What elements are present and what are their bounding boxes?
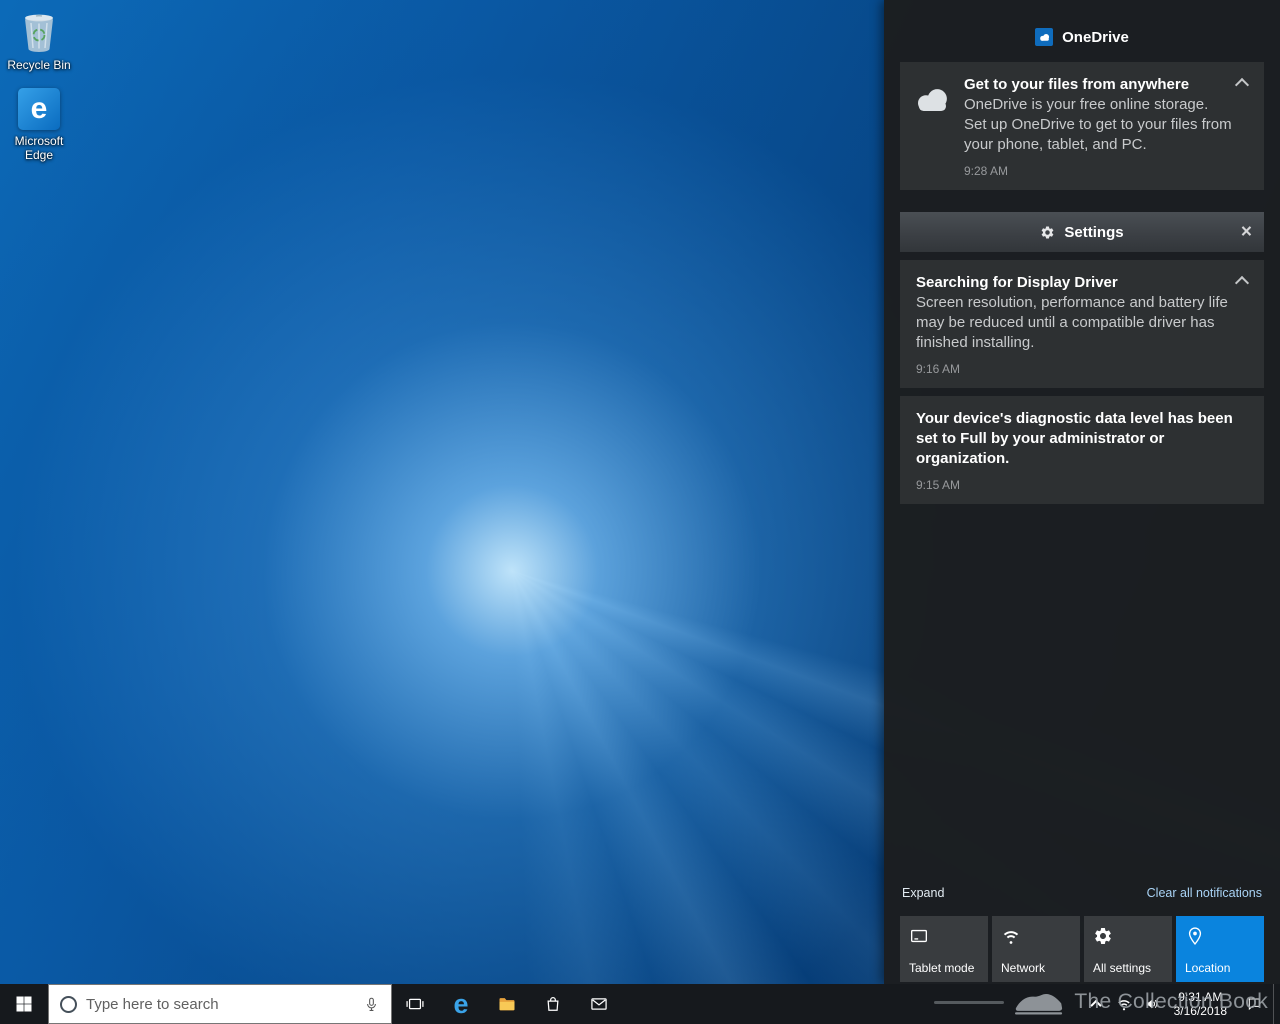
action-center-button[interactable] bbox=[1235, 984, 1273, 1024]
network-icon bbox=[1001, 926, 1021, 946]
expand-link[interactable]: Expand bbox=[902, 886, 944, 900]
notification-list: OneDrive Get to your files from anywhere… bbox=[884, 0, 1280, 504]
mail-button[interactable] bbox=[576, 984, 622, 1024]
notification-title: Searching for Display Driver bbox=[916, 273, 1234, 293]
clock-time: 9:31 AM bbox=[1174, 990, 1227, 1004]
windows-logo-icon bbox=[14, 994, 34, 1014]
action-center-panel: OneDrive Get to your files from anywhere… bbox=[884, 0, 1280, 984]
edge-letter: e bbox=[31, 94, 48, 124]
action-center-links: Expand Clear all notifications bbox=[884, 886, 1280, 900]
edge-icon: e bbox=[18, 88, 60, 130]
notification-group-header-settings[interactable]: Settings × bbox=[900, 212, 1264, 252]
notification-title: Your device's diagnostic data level has … bbox=[916, 409, 1234, 469]
microphone-icon[interactable] bbox=[363, 996, 380, 1013]
onedrive-icon bbox=[1035, 28, 1053, 46]
quick-action-all-settings[interactable]: All settings bbox=[1084, 916, 1172, 982]
collapse-chevron-icon[interactable] bbox=[1237, 276, 1249, 286]
hidden-icons-button[interactable] bbox=[1082, 984, 1110, 1024]
quick-action-tablet-mode[interactable]: Tablet mode bbox=[900, 916, 988, 982]
desktop-icon-label: Microsoft Edge bbox=[0, 134, 78, 162]
tablet-icon bbox=[909, 926, 929, 946]
collapse-chevron-icon[interactable] bbox=[1237, 78, 1249, 88]
notification-group-header-onedrive[interactable]: OneDrive bbox=[884, 18, 1280, 56]
notification-content: Get to your files from anywhere OneDrive… bbox=[964, 75, 1234, 178]
cloud-icon bbox=[900, 75, 964, 178]
system-tray: 9:31 AM 3/16/2018 bbox=[1082, 984, 1280, 1024]
start-button[interactable] bbox=[0, 984, 48, 1024]
tray-network-button[interactable] bbox=[1110, 984, 1138, 1024]
taskbar-edge-button[interactable]: e bbox=[438, 984, 484, 1024]
notification-title: Get to your files from anywhere bbox=[964, 75, 1234, 95]
task-view-button[interactable] bbox=[392, 984, 438, 1024]
gear-icon bbox=[1093, 926, 1113, 946]
desktop-icon-label: Recycle Bin bbox=[7, 58, 70, 72]
tray-volume-button[interactable] bbox=[1138, 984, 1166, 1024]
quick-action-location[interactable]: Location bbox=[1176, 916, 1264, 982]
taskbar-search[interactable] bbox=[48, 984, 392, 1024]
task-view-icon bbox=[405, 994, 425, 1014]
folder-icon bbox=[497, 994, 517, 1014]
desktop-icon-recycle-bin[interactable]: Recycle Bin bbox=[0, 8, 78, 72]
volume-icon bbox=[1144, 996, 1160, 1012]
cortana-icon[interactable] bbox=[60, 996, 77, 1013]
edge-icon: e bbox=[453, 991, 468, 1018]
clock-date: 3/16/2018 bbox=[1174, 1004, 1227, 1018]
mail-envelope-icon bbox=[589, 994, 609, 1014]
taskbar: e 9:31 AM 3/16/2018 bbox=[0, 984, 1280, 1024]
quick-action-label: Network bbox=[1001, 961, 1045, 975]
gear-icon bbox=[1040, 225, 1055, 240]
taskbar-clock[interactable]: 9:31 AM 3/16/2018 bbox=[1166, 990, 1235, 1018]
quick-action-network[interactable]: Network bbox=[992, 916, 1080, 982]
search-input[interactable] bbox=[86, 996, 354, 1013]
notification-body: OneDrive is your free online storage. Se… bbox=[964, 95, 1234, 155]
quick-action-label: Tablet mode bbox=[909, 961, 974, 975]
notification-onedrive[interactable]: Get to your files from anywhere OneDrive… bbox=[900, 62, 1264, 190]
notification-diagnostic-data[interactable]: Your device's diagnostic data level has … bbox=[900, 396, 1264, 504]
notification-display-driver[interactable]: Searching for Display Driver Screen reso… bbox=[900, 260, 1264, 388]
quick-action-label: Location bbox=[1185, 961, 1230, 975]
group-title: Settings bbox=[1064, 224, 1123, 241]
microsoft-store-button[interactable] bbox=[530, 984, 576, 1024]
store-bag-icon bbox=[543, 994, 563, 1014]
network-icon bbox=[1116, 996, 1132, 1012]
desktop-icon-microsoft-edge[interactable]: e Microsoft Edge bbox=[0, 88, 78, 162]
file-explorer-button[interactable] bbox=[484, 984, 530, 1024]
notification-time: 9:16 AM bbox=[916, 362, 1234, 376]
clear-all-notifications-link[interactable]: Clear all notifications bbox=[1147, 886, 1262, 900]
notification-time: 9:15 AM bbox=[916, 478, 1234, 492]
notification-bubble-icon bbox=[1246, 996, 1262, 1012]
recycle-bin-icon bbox=[17, 8, 61, 54]
quick-actions-row: Tablet mode Network All settings Locatio… bbox=[900, 916, 1264, 982]
location-icon bbox=[1185, 926, 1205, 946]
notification-time: 9:28 AM bbox=[964, 164, 1234, 178]
quick-action-label: All settings bbox=[1093, 961, 1151, 975]
show-desktop-button[interactable] bbox=[1273, 984, 1280, 1024]
close-icon[interactable]: × bbox=[1241, 223, 1252, 242]
notification-body: Screen resolution, performance and batte… bbox=[916, 293, 1234, 353]
chevron-up-icon bbox=[1090, 1000, 1101, 1011]
desktop-icon-list: Recycle Bin e Microsoft Edge bbox=[0, 8, 78, 162]
group-title: OneDrive bbox=[1062, 29, 1129, 46]
